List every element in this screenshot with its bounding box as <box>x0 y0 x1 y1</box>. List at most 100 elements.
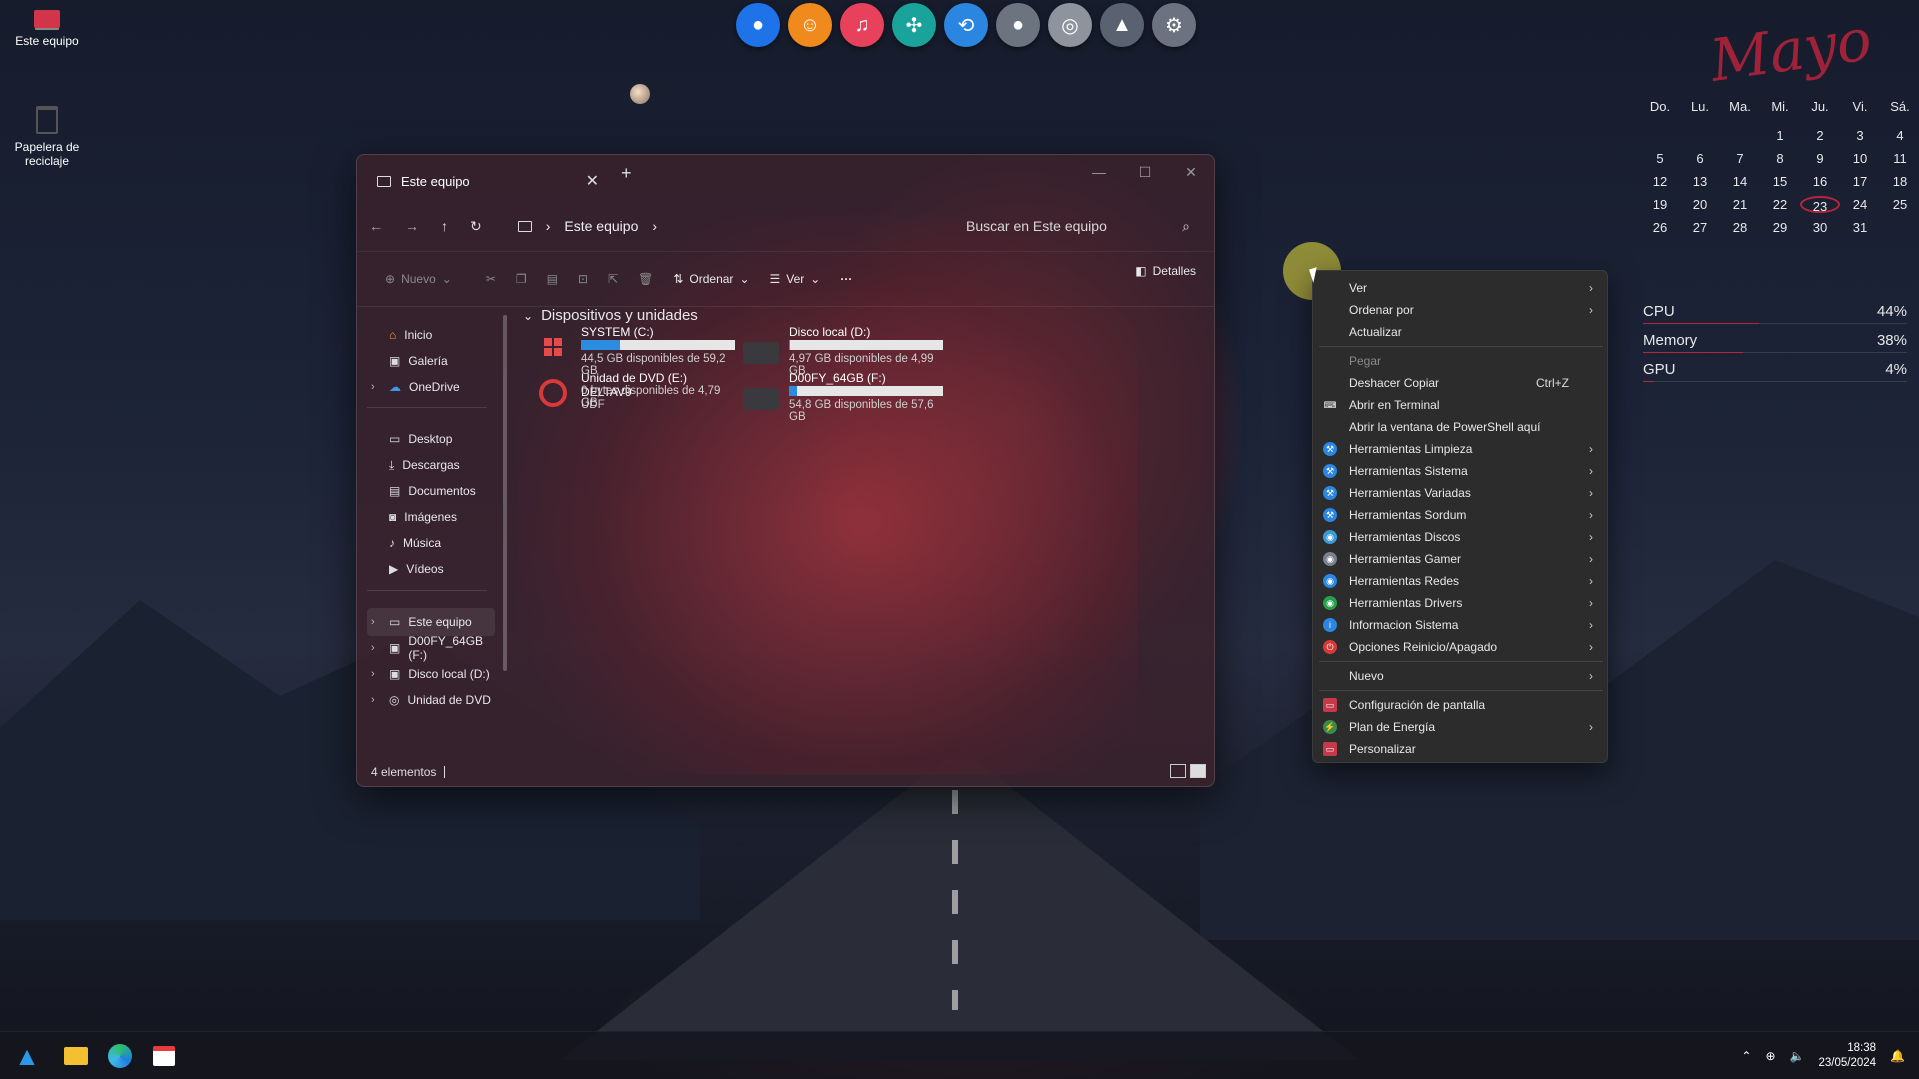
copy-button[interactable]: ❐ <box>506 263 537 295</box>
chevron-right-icon[interactable]: › <box>371 694 375 706</box>
start-triangle-icon[interactable]: ▲ <box>11 1040 43 1072</box>
new-tab-icon[interactable]: + <box>621 163 632 184</box>
nav-item-onedrive[interactable]: › ☁ OneDrive <box>367 373 495 401</box>
view-button[interactable]: ☰ Ver ⌄ <box>760 263 831 295</box>
search-input[interactable]: Buscar en Este equipo ⌕ <box>938 209 1200 243</box>
menu-item-actualizar[interactable]: Actualizar <box>1313 321 1607 343</box>
rename-button[interactable]: ⊡ <box>568 263 598 295</box>
volume-icon[interactable]: 🔈 <box>1790 1049 1805 1063</box>
calendar-day[interactable]: 15 <box>1760 173 1800 190</box>
menu-item-personalizar[interactable]: ▭ Personalizar <box>1313 738 1607 760</box>
desktop-icon-recycle-bin[interactable]: Papelera de reciclaje <box>7 106 87 168</box>
disc-icon[interactable]: ◎ <box>1048 3 1092 47</box>
close-icon[interactable]: ✕ <box>1168 155 1214 189</box>
menu-item-herramientas-limpieza[interactable]: ⚒ Herramientas Limpieza › <box>1313 438 1607 460</box>
dots-flower-icon[interactable]: ✣ <box>892 3 936 47</box>
refresh-icon[interactable]: ↻ <box>470 218 482 235</box>
menu-item-herramientas-discos[interactable]: ◉ Herramientas Discos › <box>1313 526 1607 548</box>
menu-item-nuevo[interactable]: Nuevo › <box>1313 665 1607 687</box>
calendar-day[interactable]: 22 <box>1760 196 1800 213</box>
menu-item-configuraci-n-de-pantalla[interactable]: ▭ Configuración de pantalla <box>1313 694 1607 716</box>
calendar-today[interactable]: 23 <box>1800 196 1840 214</box>
details-view-icon[interactable] <box>1170 764 1186 778</box>
settings-icon[interactable]: ⚙ <box>1152 3 1196 47</box>
calendar-day[interactable]: 12 <box>1640 173 1680 190</box>
sort-button[interactable]: ⇅ Ordenar ⌄ <box>663 263 759 295</box>
more-options-button[interactable]: ··· <box>830 263 862 295</box>
calendar-day[interactable]: 27 <box>1680 219 1720 236</box>
forward-arrow-icon[interactable]: → <box>405 218 419 234</box>
minimize-icon[interactable]: — <box>1076 155 1122 189</box>
calendar-day[interactable]: 31 <box>1840 219 1880 236</box>
nav-item-inicio[interactable]: ⌂ Inicio <box>367 321 495 349</box>
menu-item-herramientas-gamer[interactable]: ◉ Herramientas Gamer › <box>1313 548 1607 570</box>
calendar-day[interactable]: 7 <box>1720 150 1760 167</box>
chevron-right-icon[interactable]: › <box>652 218 657 234</box>
chevron-right-icon[interactable]: › <box>371 668 375 680</box>
notification-bell-icon[interactable]: 🔔 <box>1890 1049 1905 1063</box>
calendar-day[interactable]: 28 <box>1720 219 1760 236</box>
cut-button[interactable]: ✂ <box>476 263 506 295</box>
delete-button[interactable]: 🗑 <box>628 263 663 295</box>
nav-item-descargas[interactable]: ⤓ Descargas <box>367 451 495 479</box>
nav-item-desktop[interactable]: ▭ Desktop <box>367 425 495 453</box>
drive-tile[interactable]: SYSTEM (C:) 44,5 GB disponibles de 59,2 G… <box>533 325 735 377</box>
calendar-day[interactable]: 8 <box>1760 150 1800 167</box>
calendar-day[interactable]: 11 <box>1880 150 1919 167</box>
calendar-day[interactable]: 10 <box>1840 150 1880 167</box>
blue-orb-icon[interactable]: ● <box>736 3 780 47</box>
calendar-day[interactable]: 20 <box>1680 196 1720 213</box>
nav-item-galer-a[interactable]: ▣ Galería <box>367 347 495 375</box>
desktop-icon-this-pc[interactable]: Este equipo <box>7 10 87 48</box>
store-icon[interactable] <box>148 1040 180 1072</box>
calendar-day[interactable]: 24 <box>1840 196 1880 213</box>
drive-tile[interactable]: D00FY_64GB (F:) 54,8 GB disponibles de 57… <box>741 371 943 423</box>
nav-scrollbar[interactable] <box>503 315 507 671</box>
calendar-day[interactable]: 3 <box>1840 127 1880 144</box>
calendar-day[interactable]: 5 <box>1640 150 1680 167</box>
drive-tile[interactable]: Disco local (D:) 4,97 GB disponibles de 4… <box>741 325 943 377</box>
network-icon[interactable]: ⊕ <box>1765 1049 1775 1063</box>
up-arrow-icon[interactable]: ↑ <box>441 218 448 234</box>
tab-este-equipo[interactable]: Este equipo ✕ <box>365 161 611 201</box>
nav-item-unidad-de-dvd[interactable]: › ◎ Unidad de DVD <box>367 686 495 714</box>
menu-item-deshacer-copiar[interactable]: Deshacer Copiar Ctrl+Z <box>1313 372 1607 394</box>
chevron-up-icon[interactable]: ⌃ <box>1741 1049 1751 1063</box>
chevron-right-icon[interactable]: › <box>371 616 375 628</box>
nav-item-este-equipo[interactable]: › ▭ Este equipo <box>367 608 495 636</box>
menu-item-herramientas-sistema[interactable]: ⚒ Herramientas Sistema › <box>1313 460 1607 482</box>
calendar-day[interactable]: 13 <box>1680 173 1720 190</box>
calendar-day[interactable]: 25 <box>1880 196 1919 213</box>
calendar-day[interactable]: 21 <box>1720 196 1760 213</box>
menu-item-herramientas-redes[interactable]: ◉ Herramientas Redes › <box>1313 570 1607 592</box>
nav-item-documentos[interactable]: ▤ Documentos <box>367 477 495 505</box>
tiles-view-icon[interactable] <box>1190 764 1206 778</box>
calendar-day[interactable]: 18 <box>1880 173 1919 190</box>
chevron-right-icon[interactable]: › <box>371 642 375 654</box>
menu-item-herramientas-variadas[interactable]: ⚒ Herramientas Variadas › <box>1313 482 1607 504</box>
details-button[interactable]: ◧ Detalles <box>1135 264 1196 278</box>
file-explorer-icon[interactable] <box>60 1040 92 1072</box>
breadcrumb-item[interactable]: Este equipo <box>564 218 638 234</box>
odnoklassniki-icon[interactable]: ☺ <box>788 3 832 47</box>
paste-button[interactable]: ▤ <box>537 263 568 295</box>
calendar-day[interactable]: 26 <box>1640 219 1680 236</box>
calendar-day[interactable]: 14 <box>1720 173 1760 190</box>
calendar-day[interactable]: 6 <box>1680 150 1720 167</box>
nav-item-disco-local-d-[interactable]: › ▣ Disco local (D:) <box>367 660 495 688</box>
menu-item-abrir-en-terminal[interactable]: ⌨ Abrir en Terminal <box>1313 394 1607 416</box>
clock[interactable]: 18:38 23/05/2024 <box>1818 1041 1876 1071</box>
menu-item-plan-de-energ-a[interactable]: ⚡ Plan de Energía › <box>1313 716 1607 738</box>
nav-item-im-genes[interactable]: ◙ Imágenes <box>367 503 495 531</box>
droplet-icon[interactable]: ● <box>996 3 1040 47</box>
section-header[interactable]: ⌄ Dispositivos y unidades <box>523 307 698 324</box>
calendar-day[interactable]: 29 <box>1760 219 1800 236</box>
calendar-day[interactable]: 17 <box>1840 173 1880 190</box>
menu-item-abrir-la-ventana-de-powershell-aqu-[interactable]: Abrir la ventana de PowerShell aquí <box>1313 416 1607 438</box>
back-arrow-icon[interactable]: ← <box>369 218 383 234</box>
share-icon[interactable]: ⟲ <box>944 3 988 47</box>
share-button[interactable]: ⇱ <box>598 263 628 295</box>
calendar-day[interactable]: 2 <box>1800 127 1840 144</box>
calendar-day[interactable]: 19 <box>1640 196 1680 213</box>
calendar-day[interactable]: 1 <box>1760 127 1800 144</box>
